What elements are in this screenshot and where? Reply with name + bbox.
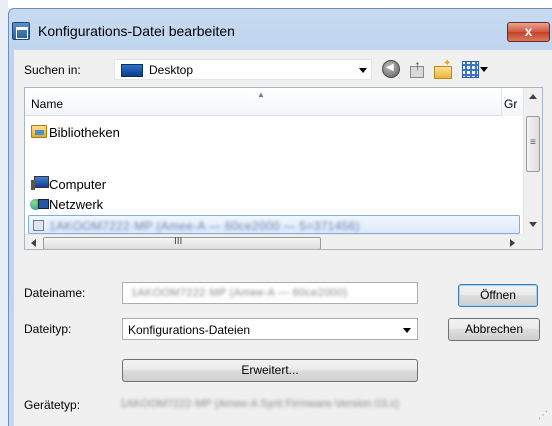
list-item-label: Bibliotheken bbox=[49, 125, 120, 140]
lookin-combo[interactable]: Desktop bbox=[114, 59, 372, 80]
up-folder-icon[interactable] bbox=[408, 57, 426, 78]
filename-field[interactable]: 1AKOOM7222·MP (Amee-A — 60ce2000) bbox=[122, 282, 418, 304]
horizontal-scrollbar[interactable]: III bbox=[25, 234, 523, 249]
advanced-button[interactable]: Erweitert... bbox=[122, 359, 418, 382]
back-icon[interactable] bbox=[382, 60, 400, 78]
filename-label: Dateiname: bbox=[24, 286, 86, 300]
column-header-name[interactable]: Name ▲ bbox=[25, 88, 501, 116]
cancel-button[interactable]: Abbrechen bbox=[448, 318, 540, 341]
close-button[interactable]: x bbox=[507, 22, 550, 42]
filetype-label: Dateityp: bbox=[24, 322, 72, 336]
column-size-label: Gr bbox=[504, 97, 518, 111]
vertical-scroll-thumb[interactable] bbox=[526, 116, 540, 172]
libraries-icon bbox=[31, 125, 47, 138]
view-menu-icon[interactable] bbox=[462, 60, 488, 78]
column-name-label: Name bbox=[31, 97, 64, 111]
desktop-icon bbox=[121, 64, 143, 77]
lookin-label: Suchen in: bbox=[24, 63, 81, 77]
title-bar[interactable]: Konfigurations-Datei bearbeiten x bbox=[12, 20, 550, 46]
computer-icon bbox=[31, 176, 49, 190]
list-item-selected[interactable]: 1AKOOM7222·MP (Amee-A — 60ce2000 — 5=371… bbox=[28, 215, 520, 234]
list-item[interactable]: Computer bbox=[29, 174, 499, 194]
scroll-up-icon[interactable] bbox=[529, 94, 537, 99]
vertical-scrollbar[interactable] bbox=[523, 88, 542, 234]
config-file-icon bbox=[33, 220, 44, 231]
list-item[interactable]: Bibliotheken bbox=[29, 122, 499, 142]
window-title: Konfigurations-Datei bearbeiten bbox=[38, 23, 235, 39]
scroll-right-icon[interactable] bbox=[510, 239, 515, 247]
scroll-down-icon[interactable] bbox=[529, 222, 537, 227]
open-button[interactable]: Öffnen bbox=[458, 284, 538, 307]
list-item-label: 1AKOOM7222·MP (Amee-A — 60ce2000 — 5=371… bbox=[49, 219, 360, 233]
horizontal-scroll-thumb[interactable]: III bbox=[43, 236, 321, 249]
chevron-down-icon[interactable] bbox=[403, 328, 411, 333]
filetype-value: Konfigurations-Dateien bbox=[128, 323, 251, 337]
lookin-value: Desktop bbox=[149, 63, 194, 77]
filename-value: 1AKOOM7222·MP (Amee-A — 60ce2000) bbox=[131, 287, 348, 299]
filetype-select[interactable]: Konfigurations-Dateien bbox=[122, 318, 418, 340]
scrollbar-corner bbox=[523, 234, 542, 249]
desktop-background-strip bbox=[0, 0, 8, 426]
file-list[interactable]: Name ▲ Gr Bibliotheken Computer Netzwerk… bbox=[24, 87, 543, 250]
network-icon bbox=[30, 196, 49, 211]
sort-ascending-icon: ▲ bbox=[257, 90, 265, 99]
resize-grip-icon[interactable]: ⋰ bbox=[538, 410, 548, 421]
devicetype-value: 1AKOOM7222·MP (Amee-A Synt Firmware-Vers… bbox=[120, 398, 400, 410]
app-icon bbox=[12, 22, 30, 40]
chevron-down-icon[interactable] bbox=[359, 68, 367, 73]
scroll-left-icon[interactable] bbox=[31, 239, 36, 247]
column-header-size[interactable]: Gr bbox=[501, 88, 523, 116]
list-item-label: Computer bbox=[49, 177, 107, 192]
grip-icon: III bbox=[174, 236, 183, 247]
list-item-label: Netzwerk bbox=[49, 197, 104, 212]
list-item[interactable]: Netzwerk bbox=[29, 194, 499, 214]
new-folder-icon[interactable] bbox=[434, 58, 452, 79]
devicetype-label: Gerätetyp: bbox=[24, 398, 81, 412]
